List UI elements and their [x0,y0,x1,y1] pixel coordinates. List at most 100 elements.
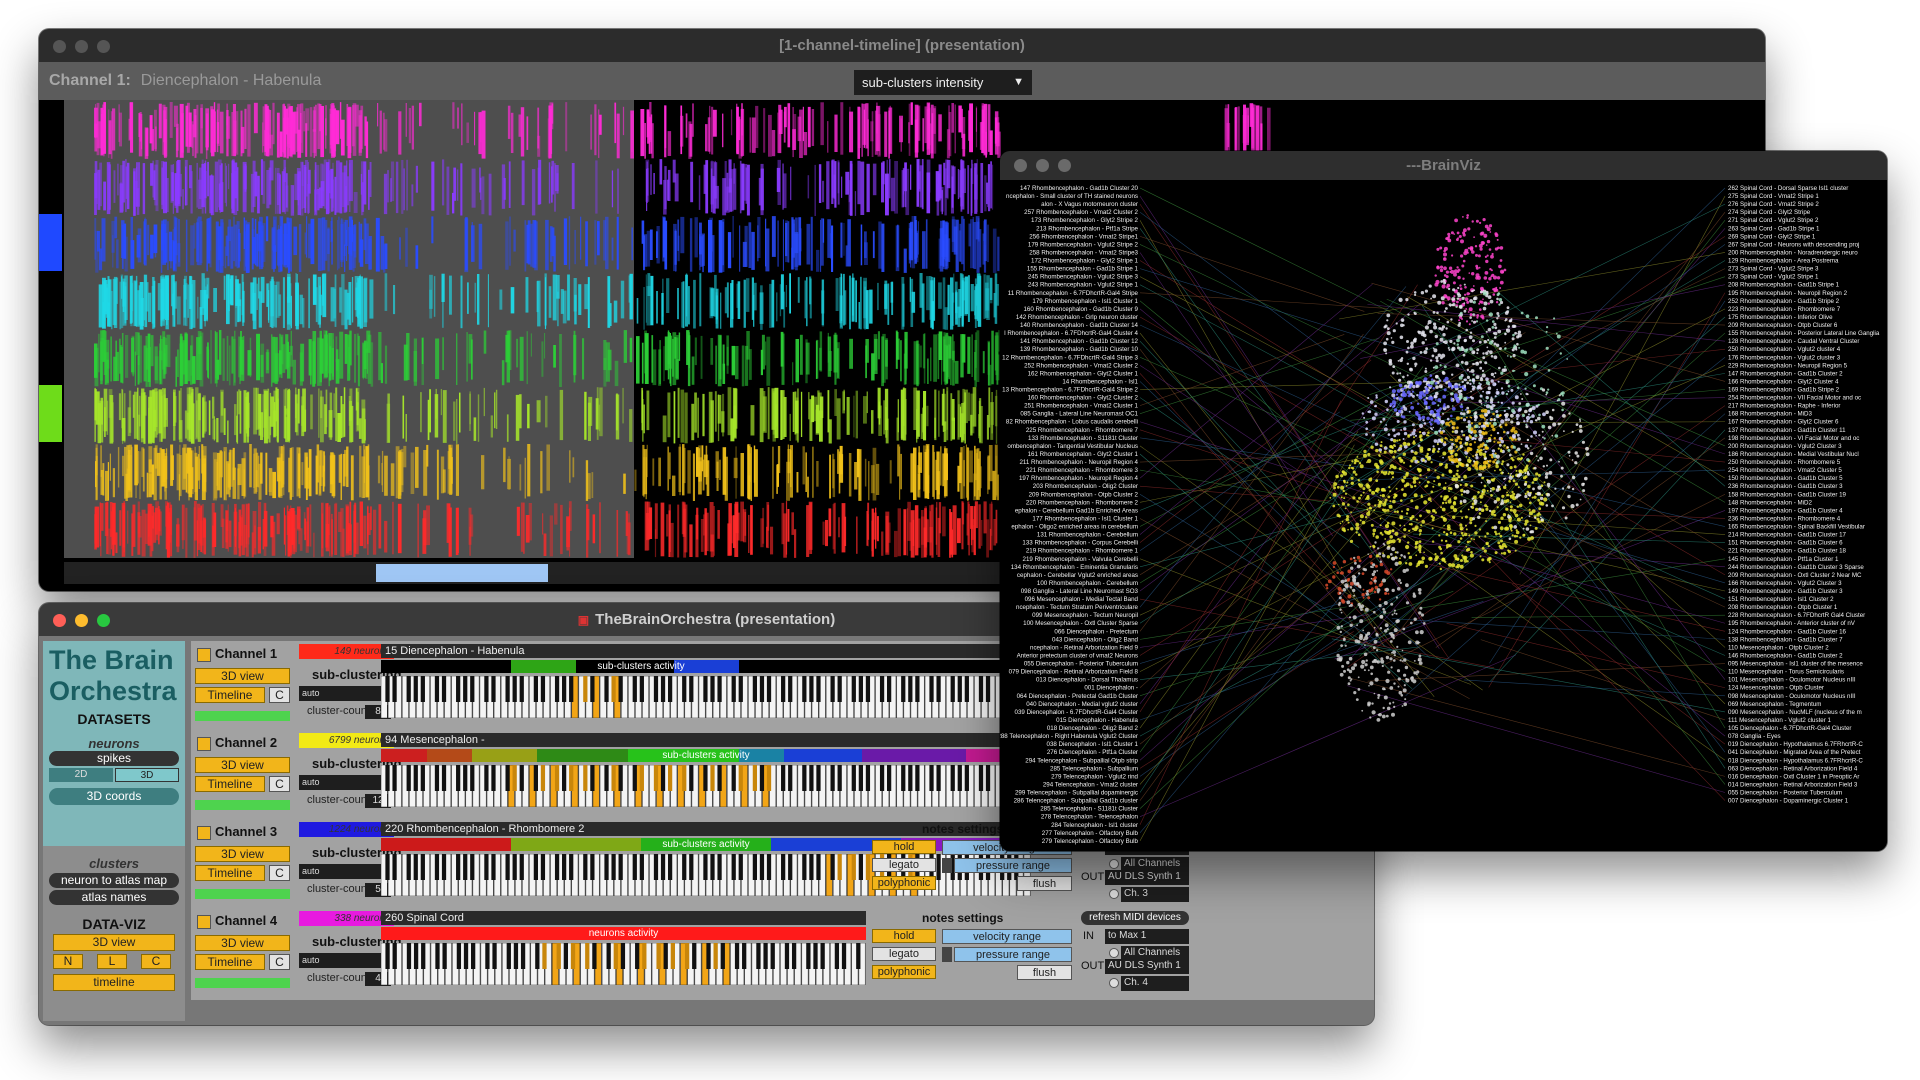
scrollbar-thumb[interactable] [376,564,548,582]
black-key[interactable] [865,676,871,702]
black-key[interactable] [540,854,546,880]
black-key[interactable] [434,854,440,880]
black-key[interactable] [456,943,462,969]
channel-enable-checkbox[interactable] [197,648,211,662]
black-key[interactable] [492,943,497,969]
black-key[interactable] [717,676,722,702]
hold-button[interactable]: hold [872,840,936,854]
black-key[interactable] [689,854,694,880]
black-key[interactable] [689,765,694,791]
black-key[interactable] [590,765,595,791]
black-key[interactable] [915,676,920,702]
c-button[interactable]: C [269,776,290,792]
black-key[interactable] [463,854,468,880]
region-selector[interactable]: 94 Mesencephalon - [381,733,1031,747]
black-key[interactable] [392,676,397,702]
black-key[interactable] [660,676,666,702]
black-key[interactable] [738,854,743,880]
black-key[interactable] [471,943,476,969]
black-key[interactable] [978,765,984,791]
black-key[interactable] [505,765,510,791]
black-key[interactable] [506,943,511,969]
midi-out-dropdown[interactable]: AU DLS Synth 1 [1105,870,1189,885]
black-key[interactable] [639,854,644,880]
pressure-toggle[interactable] [942,947,952,962]
black-key[interactable] [519,854,524,880]
black-key[interactable] [618,676,623,702]
minimize-window-button[interactable] [75,40,88,53]
black-key[interactable] [512,676,517,702]
auto-dropdown[interactable]: auto▼ [299,775,392,790]
black-key[interactable] [901,676,906,702]
auto-dropdown[interactable]: auto▼ [299,953,392,968]
black-key[interactable] [766,854,772,880]
view3d-button[interactable]: 3D view [195,757,290,773]
toggle-3d[interactable]: 3D [115,768,179,782]
view3d-button[interactable]: 3D view [195,668,290,684]
black-key[interactable] [656,943,661,969]
black-key[interactable] [813,943,818,969]
black-key[interactable] [985,765,991,791]
black-key[interactable] [738,765,743,791]
black-key[interactable] [385,676,390,702]
piano-keyboard[interactable] [380,675,1031,719]
black-key[interactable] [908,765,913,791]
black-key[interactable] [742,943,747,969]
black-key[interactable] [392,854,397,880]
black-key[interactable] [682,854,687,880]
black-key[interactable] [456,854,461,880]
black-key[interactable] [562,676,567,702]
black-key[interactable] [420,765,425,791]
view3d-button[interactable]: 3D view [195,935,290,951]
black-key[interactable] [585,943,590,969]
black-key[interactable] [964,765,969,791]
black-key[interactable] [837,676,842,702]
black-key[interactable] [713,943,718,969]
pressure-toggle[interactable] [942,858,952,873]
black-key[interactable] [632,765,637,791]
pressure-range-button[interactable]: pressure range [954,947,1072,962]
black-key[interactable] [520,943,526,969]
zoom-window-button[interactable] [97,40,110,53]
piano-keyboard[interactable] [380,764,1031,808]
black-key[interactable] [554,676,560,702]
black-key[interactable] [667,676,673,702]
timeline-button[interactable]: Timeline [195,776,265,792]
black-key[interactable] [858,676,863,702]
black-key[interactable] [781,854,786,880]
black-key[interactable] [759,765,765,791]
black-key[interactable] [703,854,708,880]
black-key[interactable] [519,676,524,702]
legato-button[interactable]: legato [872,858,936,872]
black-key[interactable] [887,765,892,791]
black-key[interactable] [563,943,569,969]
black-key[interactable] [830,676,835,702]
black-key[interactable] [851,676,856,702]
black-key[interactable] [512,854,517,880]
black-key[interactable] [731,765,736,791]
timeline-button[interactable]: Timeline [195,687,265,703]
channel-radio[interactable] [1109,889,1119,899]
black-key[interactable] [420,854,425,880]
black-key[interactable] [435,943,440,969]
black-key[interactable] [936,854,941,880]
black-key[interactable] [936,765,941,791]
black-key[interactable] [809,676,814,702]
black-key[interactable] [554,765,560,791]
polyphonic-button[interactable]: polyphonic [872,965,936,979]
black-key[interactable] [759,854,765,880]
black-key[interactable] [802,765,807,791]
brain-3d-view[interactable]: 147 Rhombencephalon - Gad1b Cluster 20nc… [1000,180,1887,851]
black-key[interactable] [682,765,687,791]
black-key[interactable] [830,765,835,791]
black-key[interactable] [837,765,842,791]
black-key[interactable] [752,854,758,880]
black-key[interactable] [505,854,510,880]
black-key[interactable] [421,943,426,969]
black-key[interactable] [809,854,814,880]
black-key[interactable] [484,676,489,702]
black-key[interactable] [830,854,835,880]
black-key[interactable] [763,943,768,969]
black-key[interactable] [653,765,659,791]
black-key[interactable] [441,676,447,702]
